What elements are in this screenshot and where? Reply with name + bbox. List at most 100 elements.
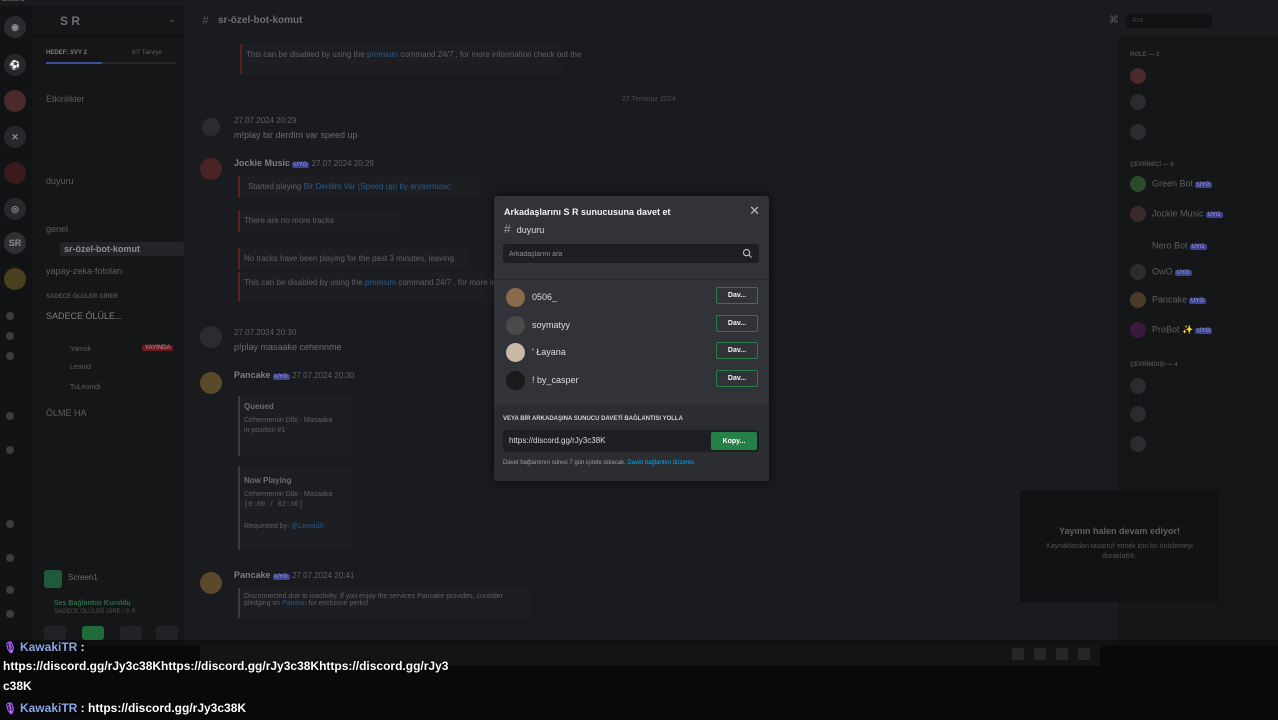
friend-search-input[interactable] <box>503 244 741 265</box>
embed-text: [0:00 / 02:36] <box>244 501 303 509</box>
app-tag: UYG <box>292 162 310 168</box>
friend-row: ! by_casper Dav... <box>504 369 762 391</box>
soundboard-button[interactable] <box>156 626 178 640</box>
avatar[interactable] <box>200 158 222 180</box>
member-item[interactable] <box>1130 94 1152 110</box>
voice-controls <box>40 626 180 640</box>
server-icon[interactable] <box>6 412 14 420</box>
member-item[interactable] <box>1130 68 1152 84</box>
avatar <box>506 316 525 335</box>
overlay-text: https://discord.gg/rJy3c38K <box>88 701 247 715</box>
server-icon[interactable]: ✕ <box>4 126 26 148</box>
friend-search <box>503 244 759 265</box>
server-icon[interactable]: ⚽ <box>4 54 26 76</box>
member-item[interactable]: Pancake UYG <box>1130 292 1207 308</box>
invite-button[interactable]: Dav... <box>716 370 758 387</box>
voice-user[interactable]: Leonid <box>70 364 91 371</box>
avatar <box>506 343 525 362</box>
server-icon[interactable] <box>6 352 14 360</box>
member-item[interactable]: OwO UYG <box>1130 264 1192 280</box>
member-item[interactable] <box>1130 378 1152 394</box>
activity-button[interactable] <box>120 626 142 640</box>
channel-sr-ozel-bot-komut[interactable]: sr-özel-bot-komut <box>60 242 186 256</box>
app-tag: UYG <box>1205 212 1223 219</box>
friend-name: 0506_ <box>532 292 558 302</box>
embed: There are no more tracks <box>238 210 400 232</box>
server-icon[interactable] <box>6 332 14 340</box>
channel-title: sr-özel-bot-komut <box>218 15 303 26</box>
voice-channel[interactable]: ÖLME HA <box>46 408 87 418</box>
mention[interactable]: @LeonidX <box>291 523 324 530</box>
channel-events[interactable]: Etkinlikler <box>46 94 85 104</box>
channel-yapay-zeka[interactable]: yapay-zeka-fotoları <box>46 266 123 276</box>
member-item[interactable] <box>1130 124 1152 140</box>
server-icon[interactable] <box>6 520 14 528</box>
embed-link[interactable]: Bir Derdim Var (Speed up) by aryaxmusic <box>304 182 451 191</box>
avatar[interactable] <box>200 572 222 594</box>
embed-command[interactable]: premium <box>365 278 396 287</box>
overlay-text: c38K <box>3 679 32 693</box>
voice-channel-path: SADECE ÖLÜLER GİRE / S R <box>54 609 136 615</box>
server-icon[interactable] <box>4 90 26 112</box>
member-name: Nero Bot <box>1152 240 1188 251</box>
close-icon[interactable]: ✕ <box>749 203 760 219</box>
stream-preview[interactable]: Yayının halen devam ediyor! Kaynaklardan… <box>1020 490 1219 602</box>
embed-link[interactable]: Patreon <box>282 600 307 607</box>
hash-icon: # <box>504 222 511 236</box>
member-item[interactable]: ProBot ✨ UYG <box>1130 322 1213 338</box>
screen-icon[interactable] <box>44 570 62 588</box>
message-author[interactable]: Pancake <box>234 570 271 580</box>
message-author[interactable]: Jockie Music <box>234 158 290 168</box>
search-input[interactable]: Ara <box>1126 14 1212 28</box>
member-item[interactable] <box>1130 436 1152 452</box>
server-rail: ◉ ⚽ ✕ ◎ SR <box>0 6 32 646</box>
channel-duyuru[interactable]: duyuru <box>46 176 74 186</box>
discord-home-icon[interactable]: ◉ <box>4 16 26 38</box>
invite-link[interactable]: https://discord.gg/rJy3c38K <box>509 436 606 445</box>
voice-channel[interactable]: SADECE ÖLÜLE... <box>46 311 123 321</box>
server-icon[interactable] <box>6 554 14 562</box>
server-icon[interactable] <box>6 586 14 594</box>
hash-icon: # <box>202 13 209 27</box>
member-item[interactable]: Jockie Music UYG <box>1130 206 1223 222</box>
threads-icon[interactable]: ⌘ <box>1109 15 1119 26</box>
avatar[interactable] <box>200 372 222 394</box>
server-name: S R <box>60 14 81 28</box>
boost-count[interactable]: 8/7 Takviye <box>132 50 162 56</box>
message-author[interactable]: Pancake <box>234 370 271 380</box>
screen-share-button[interactable] <box>82 626 104 640</box>
channel-category[interactable]: SADECE ÖLÜLER GİRER <box>46 294 118 300</box>
invite-button[interactable]: Dav... <box>716 287 758 304</box>
server-icon[interactable] <box>4 162 26 184</box>
server-icon-sr[interactable]: SR <box>4 232 26 254</box>
invite-link-section: VEYA BİR ARKADAŞINA SUNUCU DAVETİ BAĞLAN… <box>494 404 769 481</box>
member-name: Green Bot <box>1152 178 1194 189</box>
invite-button[interactable]: Dav... <box>716 315 758 332</box>
avatar[interactable] <box>200 326 222 348</box>
embed-command[interactable]: premium <box>367 50 398 59</box>
embed: This can be disabled by using the premiu… <box>240 44 581 74</box>
edit-invite-link[interactable]: Davet bağlantını düzenle. <box>627 460 695 466</box>
embed: Disconnected due to inactivity. If you e… <box>238 588 530 618</box>
app-tag: UYG <box>1189 244 1207 251</box>
server-header[interactable]: S R ⌄ <box>32 6 184 37</box>
member-item[interactable]: Green Bot UYG <box>1130 176 1213 192</box>
message-time: 27.07.2024 20:30 <box>234 328 297 337</box>
avatar[interactable] <box>202 118 220 136</box>
server-icon[interactable] <box>6 610 14 618</box>
channel-genel[interactable]: genel <box>46 224 68 234</box>
invite-button[interactable]: Dav... <box>716 342 758 359</box>
member-item[interactable] <box>1130 406 1152 422</box>
voice-user[interactable]: Yamok <box>70 346 91 353</box>
copy-button[interactable]: Kopy... <box>711 432 757 450</box>
overlay-message: 🎙 KawakiTR : https://discord.gg/rJy3c38K <box>3 701 247 715</box>
camera-button[interactable] <box>44 626 66 640</box>
server-icon[interactable] <box>6 446 14 454</box>
voice-user[interactable]: TuLeonidi <box>70 384 101 391</box>
modal-channel-name: duyuru <box>516 225 545 235</box>
voice-status[interactable]: Ses Bağlantısı Kuruldu <box>54 600 131 607</box>
server-icon[interactable] <box>6 312 14 320</box>
member-item[interactable]: Nero Bot UYG <box>1130 238 1207 254</box>
server-icon[interactable] <box>4 268 26 290</box>
server-icon[interactable]: ◎ <box>4 198 26 220</box>
